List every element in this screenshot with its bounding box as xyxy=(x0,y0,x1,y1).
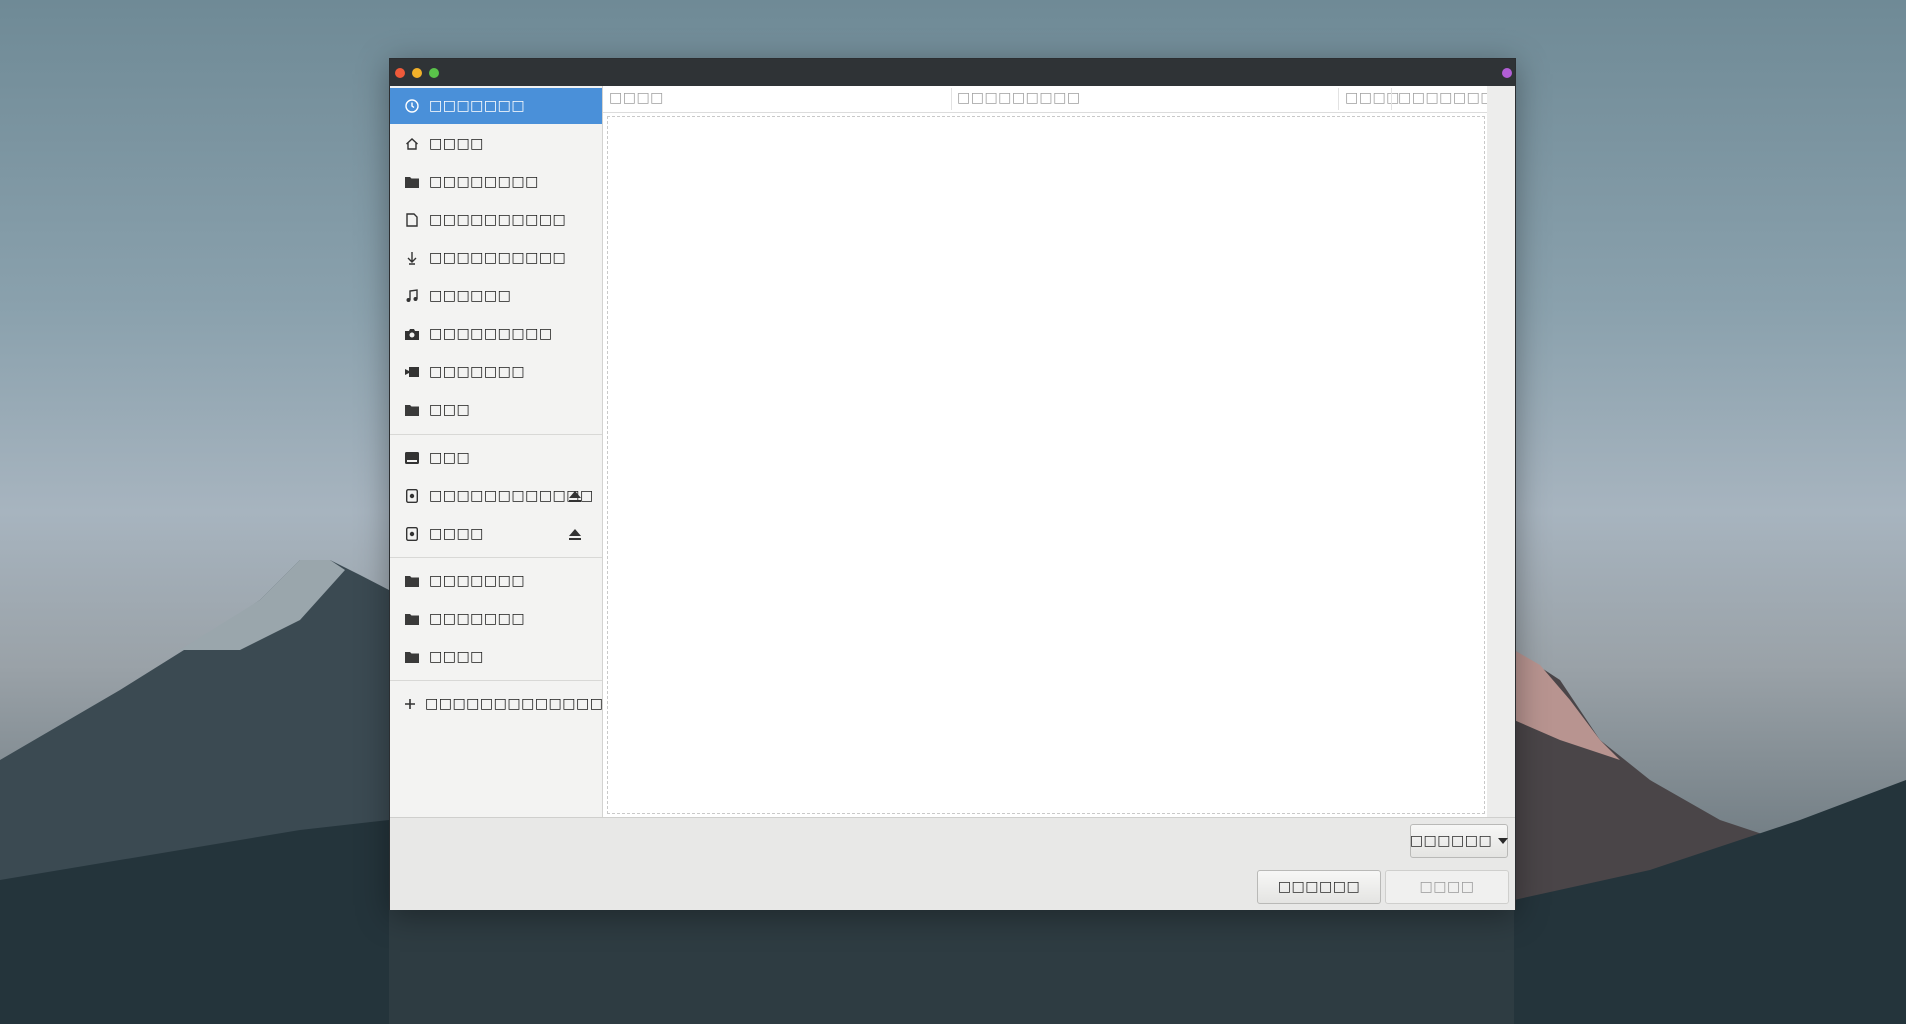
sidebar-item-downloads[interactable]: □□□□□□□□□□ xyxy=(390,240,602,276)
folder-icon xyxy=(404,611,420,627)
plus-icon xyxy=(404,696,416,712)
camera-icon xyxy=(404,326,420,342)
column-divider[interactable] xyxy=(951,88,952,110)
file-chooser-window: □□□□□□□ □□□□ □□□□□□□□ □□□□□□□□□□ □□□□□□□… xyxy=(389,58,1516,910)
sidebar-item-documents[interactable]: □□□□□□□□□□ xyxy=(390,202,602,238)
removable-drive-icon xyxy=(404,526,420,542)
sidebar-item-filesystem[interactable]: □□□ xyxy=(390,440,602,476)
title-bar[interactable] xyxy=(390,59,1515,86)
document-icon xyxy=(404,212,420,228)
sidebar-item-label: □□□□□□□□□□ xyxy=(429,212,567,228)
folder-icon xyxy=(404,402,420,418)
dialog-action-area: □□□□□□ □□□□□□ □□□□ xyxy=(390,817,1515,910)
sidebar-item-home[interactable]: □□□□ xyxy=(390,126,602,162)
scrollbar-gutter[interactable] xyxy=(1487,86,1515,817)
file-list[interactable] xyxy=(607,116,1485,814)
maximize-button[interactable] xyxy=(429,68,439,78)
sidebar-item-label: □□□□ xyxy=(429,526,484,542)
sidebar-item-videos[interactable]: □□□□□□□ xyxy=(390,354,602,390)
sidebar-item-label: □□□□□□□□ xyxy=(429,174,539,190)
sidebar-item-label: □□□□ xyxy=(429,136,484,152)
eject-icon[interactable] xyxy=(568,527,582,541)
cancel-button[interactable]: □□□□□□ xyxy=(1257,870,1381,904)
open-button-label: □□□□ xyxy=(1419,879,1475,895)
file-filter-dropdown[interactable]: □□□□□□ xyxy=(1409,824,1509,858)
clock-icon xyxy=(404,98,420,114)
file-filter-label: □□□□□□ xyxy=(1409,833,1493,849)
chevron-down-icon xyxy=(1498,838,1509,844)
sidebar-item-label: □□□□□□□ xyxy=(429,573,526,589)
home-icon xyxy=(404,136,420,152)
sidebar-item-label: □□□□□□□□□ xyxy=(429,326,553,342)
eject-icon[interactable] xyxy=(568,489,582,503)
sidebar-separator xyxy=(390,434,602,435)
sidebar-separator xyxy=(390,557,602,558)
music-icon xyxy=(404,288,420,304)
minimize-button[interactable] xyxy=(412,68,422,78)
sidebar-separator xyxy=(390,680,602,681)
open-button[interactable]: □□□□ xyxy=(1385,870,1509,904)
file-list-pane: □□□□ □□□□□□□□□ □□□□ □□□□□□□□ xyxy=(603,86,1507,817)
folder-icon xyxy=(404,174,420,190)
sidebar-item-label: □□□ xyxy=(429,402,471,418)
sidebar-item-recent[interactable]: □□□□□□□ xyxy=(390,88,602,124)
sidebar-item-label: □□□□ xyxy=(429,649,484,665)
sidebar-item-label: □□□□□□□ xyxy=(429,611,526,627)
sidebar-item-label: □□□□□□□ xyxy=(429,364,526,380)
sidebar-item-desktop[interactable]: □□□□□□□□ xyxy=(390,164,602,200)
download-icon xyxy=(404,250,420,266)
sidebar-item-bookmark-1[interactable]: □□□□□□□ xyxy=(390,563,602,599)
sidebar-item-volume-2[interactable]: □□□□ xyxy=(390,516,602,552)
sidebar-item-other-locations[interactable]: □□□□□□□□□□□□□□□□□ xyxy=(390,686,658,722)
sidebar-item-label: □□□ xyxy=(429,450,471,466)
drive-icon xyxy=(404,450,420,466)
sidebar-item-label: □□□□□□□□□□ xyxy=(429,250,567,266)
column-divider[interactable] xyxy=(1391,88,1392,110)
sidebar-item-music[interactable]: □□□□□□ xyxy=(390,278,602,314)
column-divider[interactable] xyxy=(1338,88,1339,110)
sidebar-item-bookmark-3[interactable]: □□□□ xyxy=(390,639,602,675)
column-location[interactable]: □□□□□□□□□ xyxy=(957,90,1081,106)
sidebar-item-trash[interactable]: □□□ xyxy=(390,392,602,428)
folder-icon xyxy=(404,649,420,665)
column-name[interactable]: □□□□ xyxy=(609,90,664,106)
sidebar-item-pictures[interactable]: □□□□□□□□□ xyxy=(390,316,602,352)
sidebar-item-volume-1[interactable]: □□□□□□□□□□□□ xyxy=(390,478,602,514)
sidebar-item-label: □□□□□□□ xyxy=(429,98,526,114)
places-sidebar: □□□□□□□ □□□□ □□□□□□□□ □□□□□□□□□□ □□□□□□□… xyxy=(390,86,658,817)
cancel-button-label: □□□□□□ xyxy=(1277,879,1361,895)
close-button[interactable] xyxy=(395,68,405,78)
video-icon xyxy=(404,364,420,380)
window-menu-button[interactable] xyxy=(1502,68,1512,78)
removable-drive-icon xyxy=(404,488,420,504)
folder-icon xyxy=(404,573,420,589)
column-header-row: □□□□ □□□□□□□□□ □□□□ □□□□□□□□ xyxy=(603,86,1507,113)
sidebar-item-label: □□□□□□ xyxy=(429,288,512,304)
sidebar-item-bookmark-2[interactable]: □□□□□□□ xyxy=(390,601,602,637)
